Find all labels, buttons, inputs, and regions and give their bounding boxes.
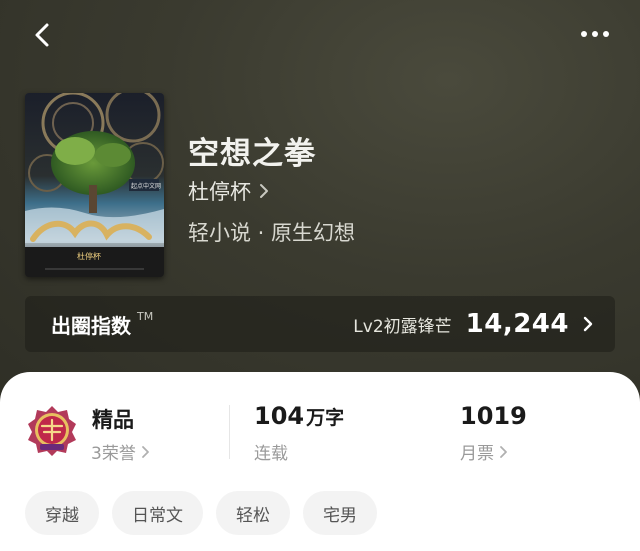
- book-title: 空想之拳: [188, 136, 316, 172]
- chevron-right-icon: [583, 316, 593, 332]
- svg-text:杜停杯: 杜停杯: [77, 251, 101, 261]
- chevron-right-icon: [500, 445, 507, 458]
- honor-link[interactable]: 3荣誉: [91, 439, 150, 464]
- chevron-right-icon: [260, 184, 268, 198]
- chevron-right-icon: [141, 445, 149, 458]
- author-name: 杜停杯: [188, 180, 251, 204]
- cover-image: 起点中文网 杜停杯: [25, 93, 164, 277]
- tag-chip[interactable]: 日常文: [112, 491, 203, 535]
- tag-chip[interactable]: 宅男: [303, 491, 377, 535]
- author-link[interactable]: 杜停杯: [188, 176, 269, 206]
- word-count-value: 104: [254, 402, 305, 430]
- index-value: 14,244: [465, 309, 569, 339]
- book-info-sheet: 精品 3荣誉 104 万字 连载 1019 月票 穿越 日常文 轻松 宅男: [0, 372, 640, 551]
- popularity-index-bar[interactable]: 出圈指数 TM Lv2初露锋芒 14,244: [25, 296, 615, 352]
- book-genre: 轻小说 · 原生幻想: [188, 221, 356, 245]
- index-level: Lv2初露锋芒: [353, 316, 452, 337]
- index-label-group: 出圈指数 TM: [51, 310, 153, 339]
- trademark-label: TM: [137, 309, 154, 323]
- monthly-tickets-value: 1019: [460, 402, 527, 430]
- quality-badge-icon[interactable]: [26, 404, 78, 456]
- chevron-left-icon: [35, 23, 49, 47]
- serial-status: 连载: [254, 444, 288, 464]
- word-count-unit: 万字: [306, 407, 345, 429]
- back-button[interactable]: [28, 20, 58, 50]
- book-header: 起点中文网 杜停杯 空想之拳 杜停杯 轻小说 · 原生幻想 出圈指数 TM Lv…: [0, 0, 640, 400]
- more-button[interactable]: [578, 22, 612, 46]
- word-count: 104 万字: [254, 402, 344, 430]
- monthly-tickets-label: 月票: [460, 444, 494, 464]
- honor-title: 精品: [92, 408, 134, 432]
- honor-count: 3荣誉: [91, 444, 136, 464]
- tag-chip[interactable]: 轻松: [216, 491, 290, 535]
- index-value-group: Lv2初露锋芒 14,244: [353, 309, 593, 339]
- svg-text:起点中文网: 起点中文网: [131, 182, 161, 190]
- book-cover[interactable]: 起点中文网 杜停杯: [25, 93, 164, 277]
- index-label: 出圈指数: [51, 313, 131, 338]
- monthly-tickets-link[interactable]: 月票: [460, 439, 508, 464]
- divider: [229, 405, 230, 459]
- tag-chip[interactable]: 穿越: [25, 491, 99, 535]
- tag-list: 穿越 日常文 轻松 宅男: [25, 491, 377, 535]
- more-horizontal-icon: [581, 31, 609, 37]
